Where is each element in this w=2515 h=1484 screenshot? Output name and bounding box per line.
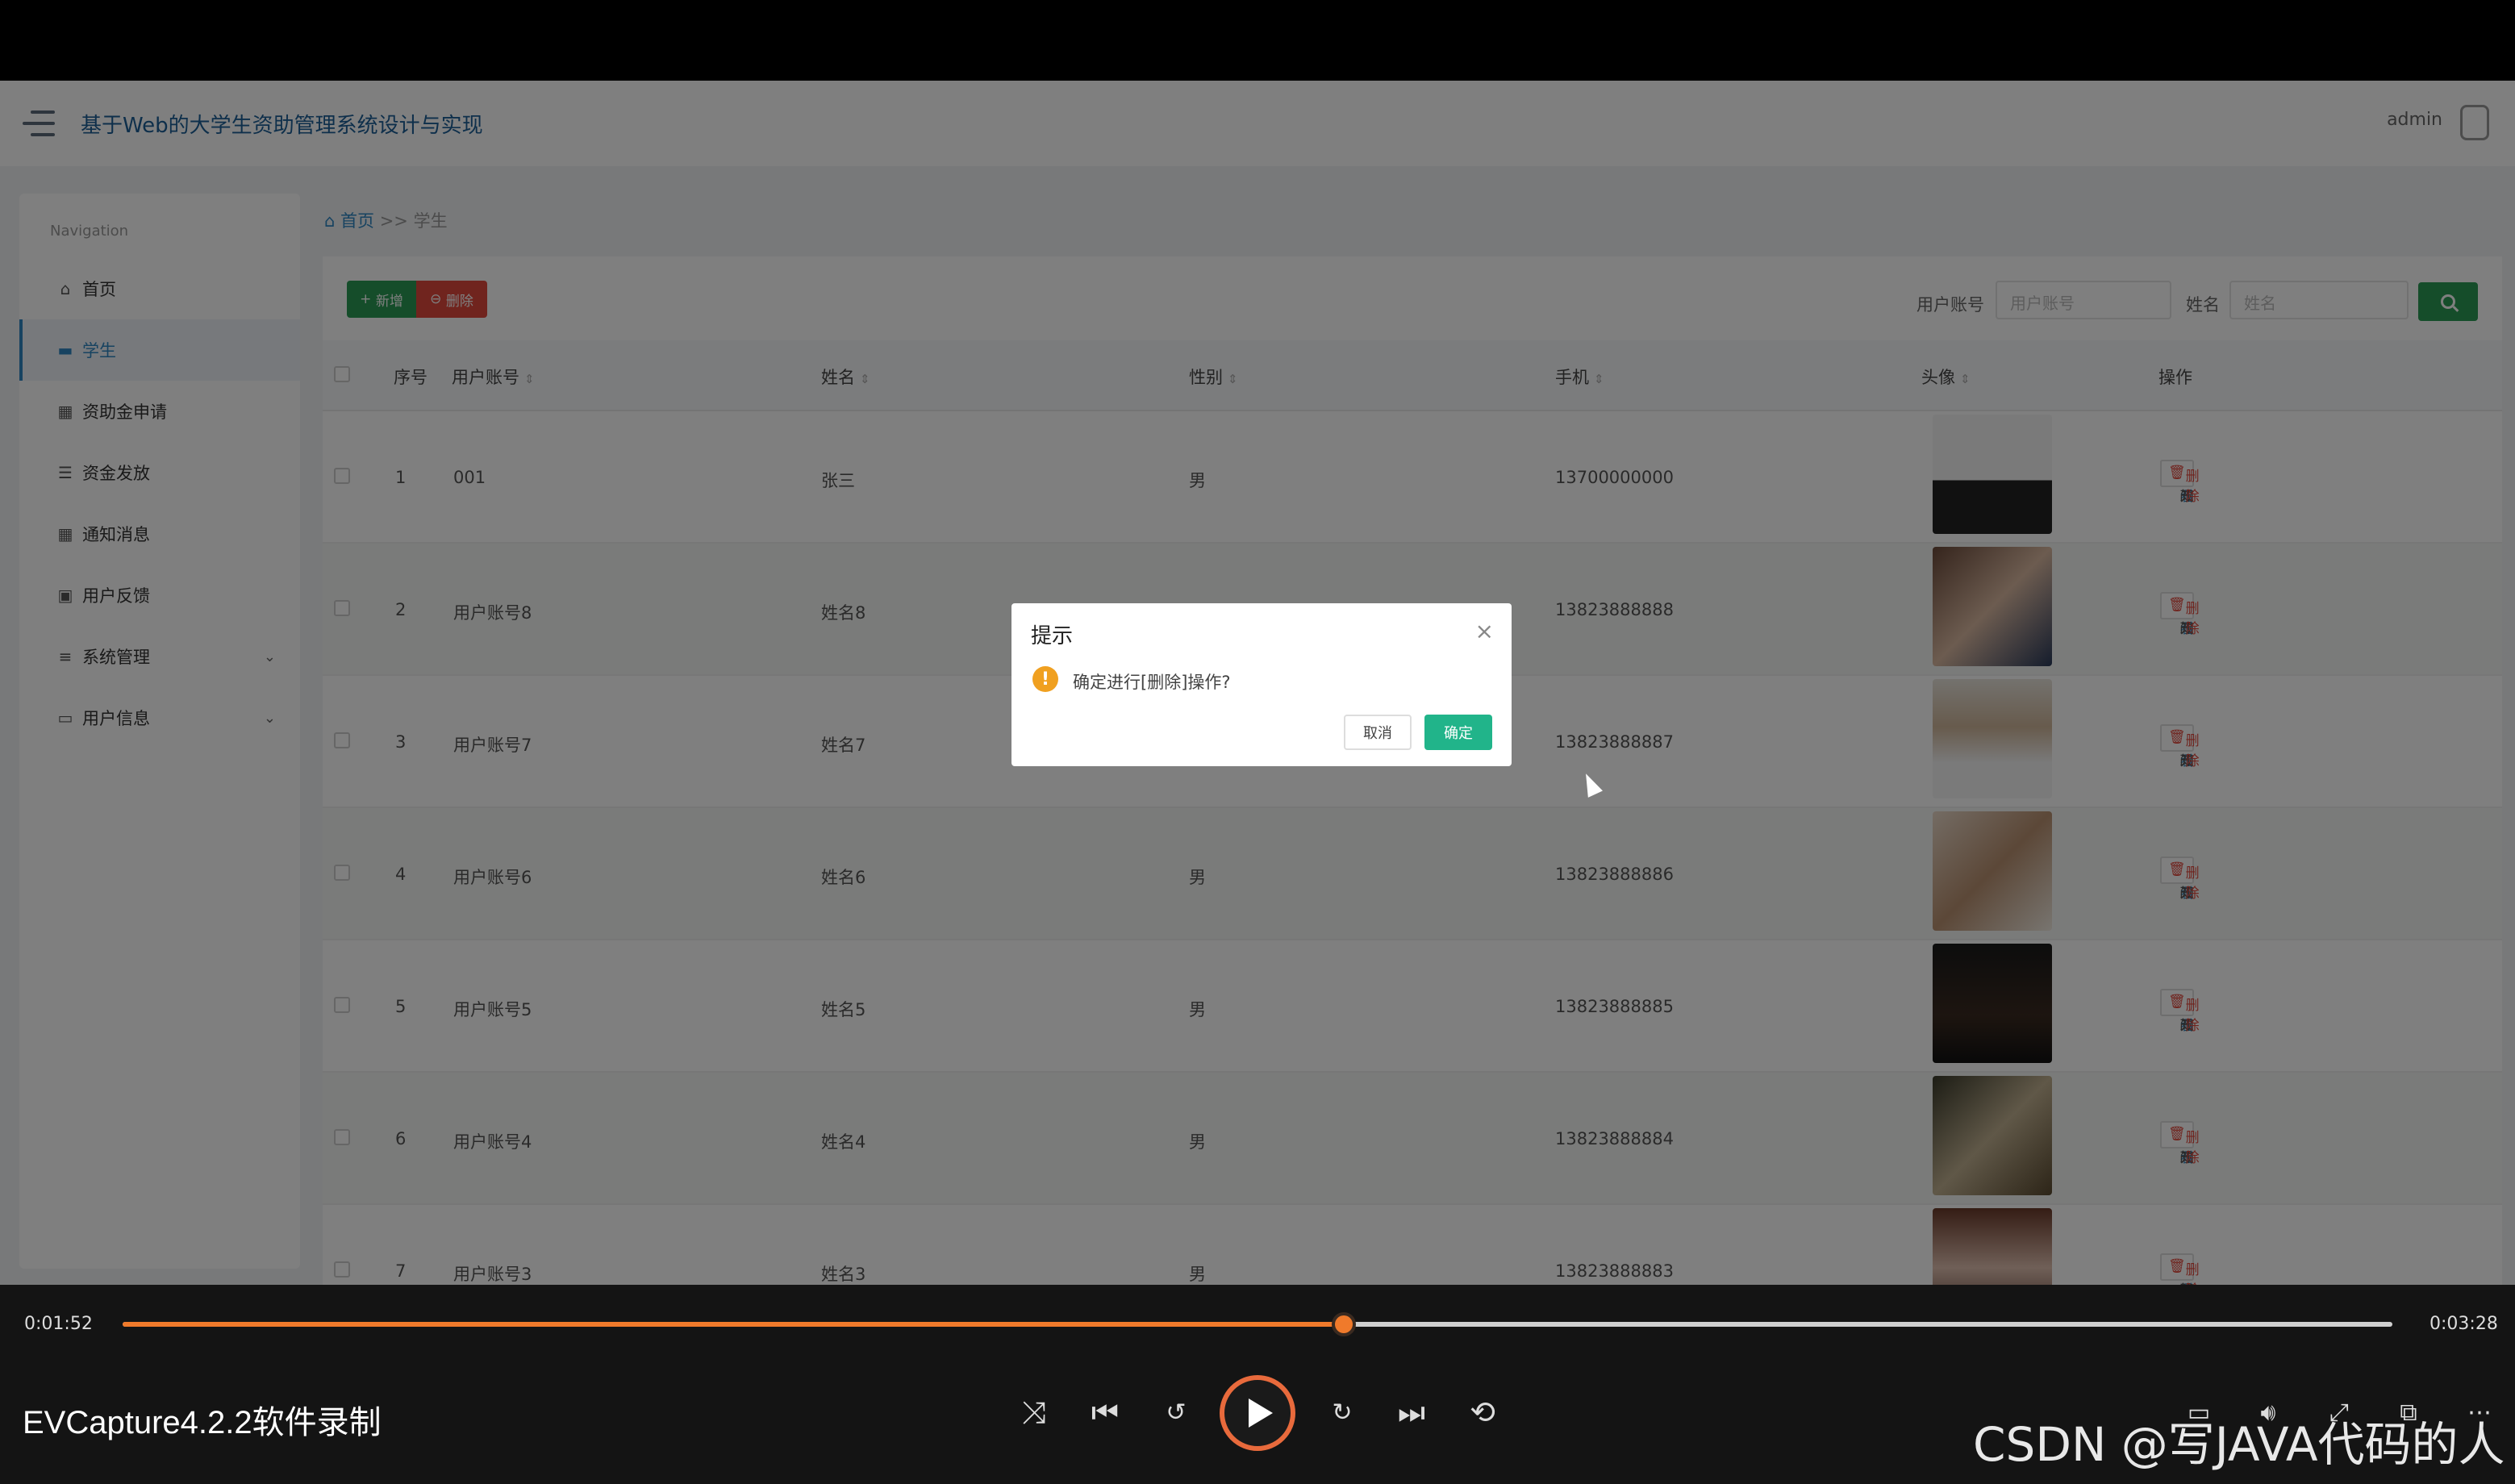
close-icon[interactable]: × <box>1475 618 1494 644</box>
forward-30-icon[interactable]: ↻ <box>1318 1388 1366 1436</box>
next-icon[interactable]: ⏭ <box>1387 1388 1436 1436</box>
watermark: CSDN @写JAVA代码的人 <box>1973 1417 2505 1472</box>
dialog-message: 确定进行[删除]操作? <box>1073 673 1231 692</box>
confirm-button[interactable]: 确定 <box>1424 715 1492 750</box>
play-icon <box>1249 1399 1273 1428</box>
total-time: 0:03:28 <box>2429 1314 2498 1334</box>
repeat-icon[interactable]: ⟲ <box>1458 1388 1507 1436</box>
cancel-button[interactable]: 取消 <box>1344 715 1412 750</box>
previous-icon[interactable]: ⏮ <box>1081 1388 1129 1436</box>
dialog-title: 提示 <box>1031 624 1074 648</box>
confirm-dialog: 提示 × ! 确定进行[删除]操作? 取消 确定 <box>1011 603 1512 766</box>
recording-title: EVCapture4.2.2软件录制 <box>23 1405 382 1440</box>
warning-icon: ! <box>1032 666 1058 692</box>
progress-fill <box>123 1322 1344 1327</box>
shuffle-icon[interactable]: ⤨ <box>1010 1388 1058 1436</box>
progress-thumb[interactable] <box>1331 1312 1356 1336</box>
current-time: 0:01:52 <box>24 1314 93 1334</box>
progress-track[interactable] <box>123 1312 2392 1336</box>
rewind-10-icon[interactable]: ↺ <box>1152 1388 1200 1436</box>
app-screen: 基于Web的大学生资助管理系统设计与实现 admin Navigation ⌂首… <box>0 81 2515 1285</box>
play-button[interactable] <box>1220 1375 1295 1451</box>
